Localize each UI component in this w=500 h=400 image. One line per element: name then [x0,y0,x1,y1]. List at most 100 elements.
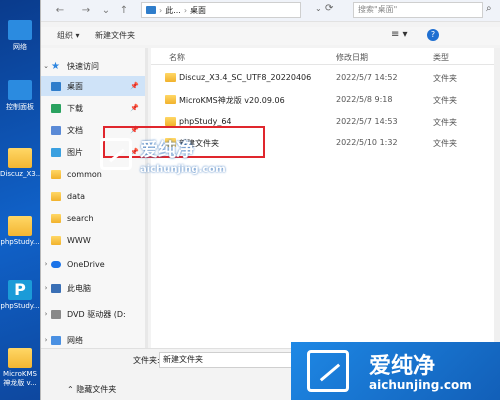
sidebar-item-label: 文档 [67,125,83,135]
sidebar-item-onedrive[interactable]: › OneDrive [41,254,145,274]
desktop-icon-network[interactable]: 网络 [0,20,40,52]
folder-icon [165,73,176,82]
picture-icon [51,147,61,157]
sidebar-item-www[interactable]: WWW [41,230,145,250]
sidebar-item-data[interactable]: data [41,186,145,206]
sidebar-item-label: common [67,169,102,179]
watermark-title: 爱纯净 [140,140,194,161]
folder-icon [165,95,176,104]
sidebar-item-downloads[interactable]: 下载 📌 [41,98,145,118]
sidebar-item-dvd-drive[interactable]: › DVD 驱动器 (D: [41,304,145,324]
file-name: phpStudy_64 [179,117,232,126]
sidebar-item-desktop[interactable]: 桌面 📌 [41,76,145,96]
watermark-logo-icon [100,138,132,170]
sidebar-item-quick-access[interactable]: ⌄ ★ 快速访问 [41,56,145,76]
folder-icon [8,148,32,168]
search-icon[interactable]: ⌕ [486,3,492,14]
organize-button[interactable]: 组织 ▾ [57,30,80,41]
search-input[interactable]: 搜索"桌面" [353,2,483,18]
column-header-name[interactable]: 名称 [169,52,185,63]
sidebar-item-label: data [67,191,86,201]
sidebar-item-label: 此电脑 [67,283,91,293]
desktop-icon-control-panel[interactable]: 控制面板 [0,80,40,112]
address-dropdown-icon[interactable]: ⌄ [315,4,322,13]
desktop-icon-label: 网络 [13,43,27,51]
desktop-icon-label: Discuz_X3... [0,170,43,178]
file-name: Discuz_X3.4_SC_UTF8_20220406 [179,73,312,82]
table-row[interactable]: Discuz_X3.4_SC_UTF8_20220406 2022/5/7 14… [151,68,500,88]
drive-icon [51,309,61,319]
chevron-right-icon[interactable]: › [41,260,51,268]
column-header-date[interactable]: 修改日期 [336,52,368,63]
file-type: 文件夹 [433,96,457,105]
desktop-icon-phpstudy-folder[interactable]: phpStudy... [0,216,40,246]
sidebar-item-network[interactable]: › 网络 [41,330,145,350]
sidebar-item-label: 快速访问 [67,61,99,71]
folder-icon [51,213,61,223]
chevron-right-icon[interactable]: › [41,336,51,344]
file-type: 文件夹 [433,74,457,83]
table-row[interactable]: MicroKMS神龙版 v20.09.06 2022/5/8 9:18 文件夹 [151,90,500,110]
sidebar-item-label: OneDrive [67,259,105,269]
folder-icon [8,348,32,368]
cloud-icon [51,260,61,268]
sidebar-scrollbar[interactable] [145,48,148,348]
desktop-icon-phpstudy-app[interactable]: P phpStudy... [0,280,40,310]
desktop-icon-label: 控制面板 [6,103,34,111]
header-divider [151,64,500,65]
sidebar-item-label: 网络 [67,335,83,345]
file-date: 2022/5/7 14:52 [336,73,398,82]
control-panel-icon [8,80,32,100]
breadcrumb-desktop[interactable]: 桌面 [190,5,206,16]
sidebar-item-search[interactable]: search [41,208,145,228]
file-name: MicroKMS神龙版 v20.09.06 [179,96,285,105]
sidebar-item-label: 桌面 [67,81,83,91]
chevron-right-icon[interactable]: › [41,310,51,318]
watermark-url: aichunjing.com [369,378,472,392]
phpstudy-icon: P [8,280,32,300]
chevron-down-icon[interactable]: ⌄ [41,62,51,70]
watermark-corner: 爱纯净 aichunjing.com [291,342,500,400]
pin-icon: 📌 [130,82,139,90]
filename-label: 文件夹: [133,356,160,365]
file-date: 2022/5/10 1:32 [336,138,398,147]
pin-icon: 📌 [130,104,139,112]
chevron-right-icon[interactable]: › [41,284,51,292]
breadcrumb-separator: › [183,5,188,15]
column-header-type[interactable]: 类型 [433,52,449,63]
breadcrumb-this-pc[interactable]: 此... [165,5,181,16]
address-bar[interactable]: › 此... › 桌面 [141,2,301,18]
forward-button[interactable]: → [79,4,93,18]
file-type: 文件夹 [433,139,457,148]
refresh-icon[interactable]: ⟳ [325,3,333,14]
network-icon [8,20,32,40]
sidebar-item-label: 下载 [67,103,83,113]
sidebar-item-label: WWW [67,235,91,245]
hide-folders-button[interactable]: ⌃ 隐藏文件夹 [67,384,116,395]
desktop-icon-label: phpStudy... [0,238,40,246]
star-icon: ★ [51,60,60,72]
sidebar-item-this-pc[interactable]: › 此电脑 [41,278,145,298]
desktop-icon-discuz[interactable]: Discuz_X3... [0,148,43,178]
navigation-bar: ← → ⌄ ↑ › 此... › 桌面 ⌄ ⟳ 搜索"桌面" ⌕ [41,0,500,22]
new-folder-button[interactable]: 新建文件夹 [95,30,135,41]
view-options-button[interactable]: ≡ ▾ [391,29,408,40]
desktop-icon-label: MicroKMS 神龙版 v... [3,370,37,387]
folder-icon [165,117,176,126]
help-icon[interactable]: ? [427,29,439,41]
sidebar-item-label: search [67,213,94,223]
back-button[interactable]: ← [53,4,67,18]
watermark-title: 爱纯净 [369,354,436,379]
navigation-pane: ⌄ ★ 快速访问 桌面 📌 下载 📌 文档 📌 图片 📌 common data… [41,48,145,348]
recent-dropdown-button[interactable]: ⌄ [99,4,113,18]
file-list-scrollbar[interactable] [494,48,500,348]
folder-icon [51,235,61,245]
pc-icon [51,283,61,293]
folder-icon [8,216,32,236]
up-button[interactable]: ↑ [117,4,131,18]
desktop-icon-microkms[interactable]: MicroKMS 神龙版 v... [0,348,40,388]
folder-icon [51,191,61,201]
document-icon [51,125,61,135]
folder-icon [51,169,61,179]
desktop-location-icon [146,6,156,14]
